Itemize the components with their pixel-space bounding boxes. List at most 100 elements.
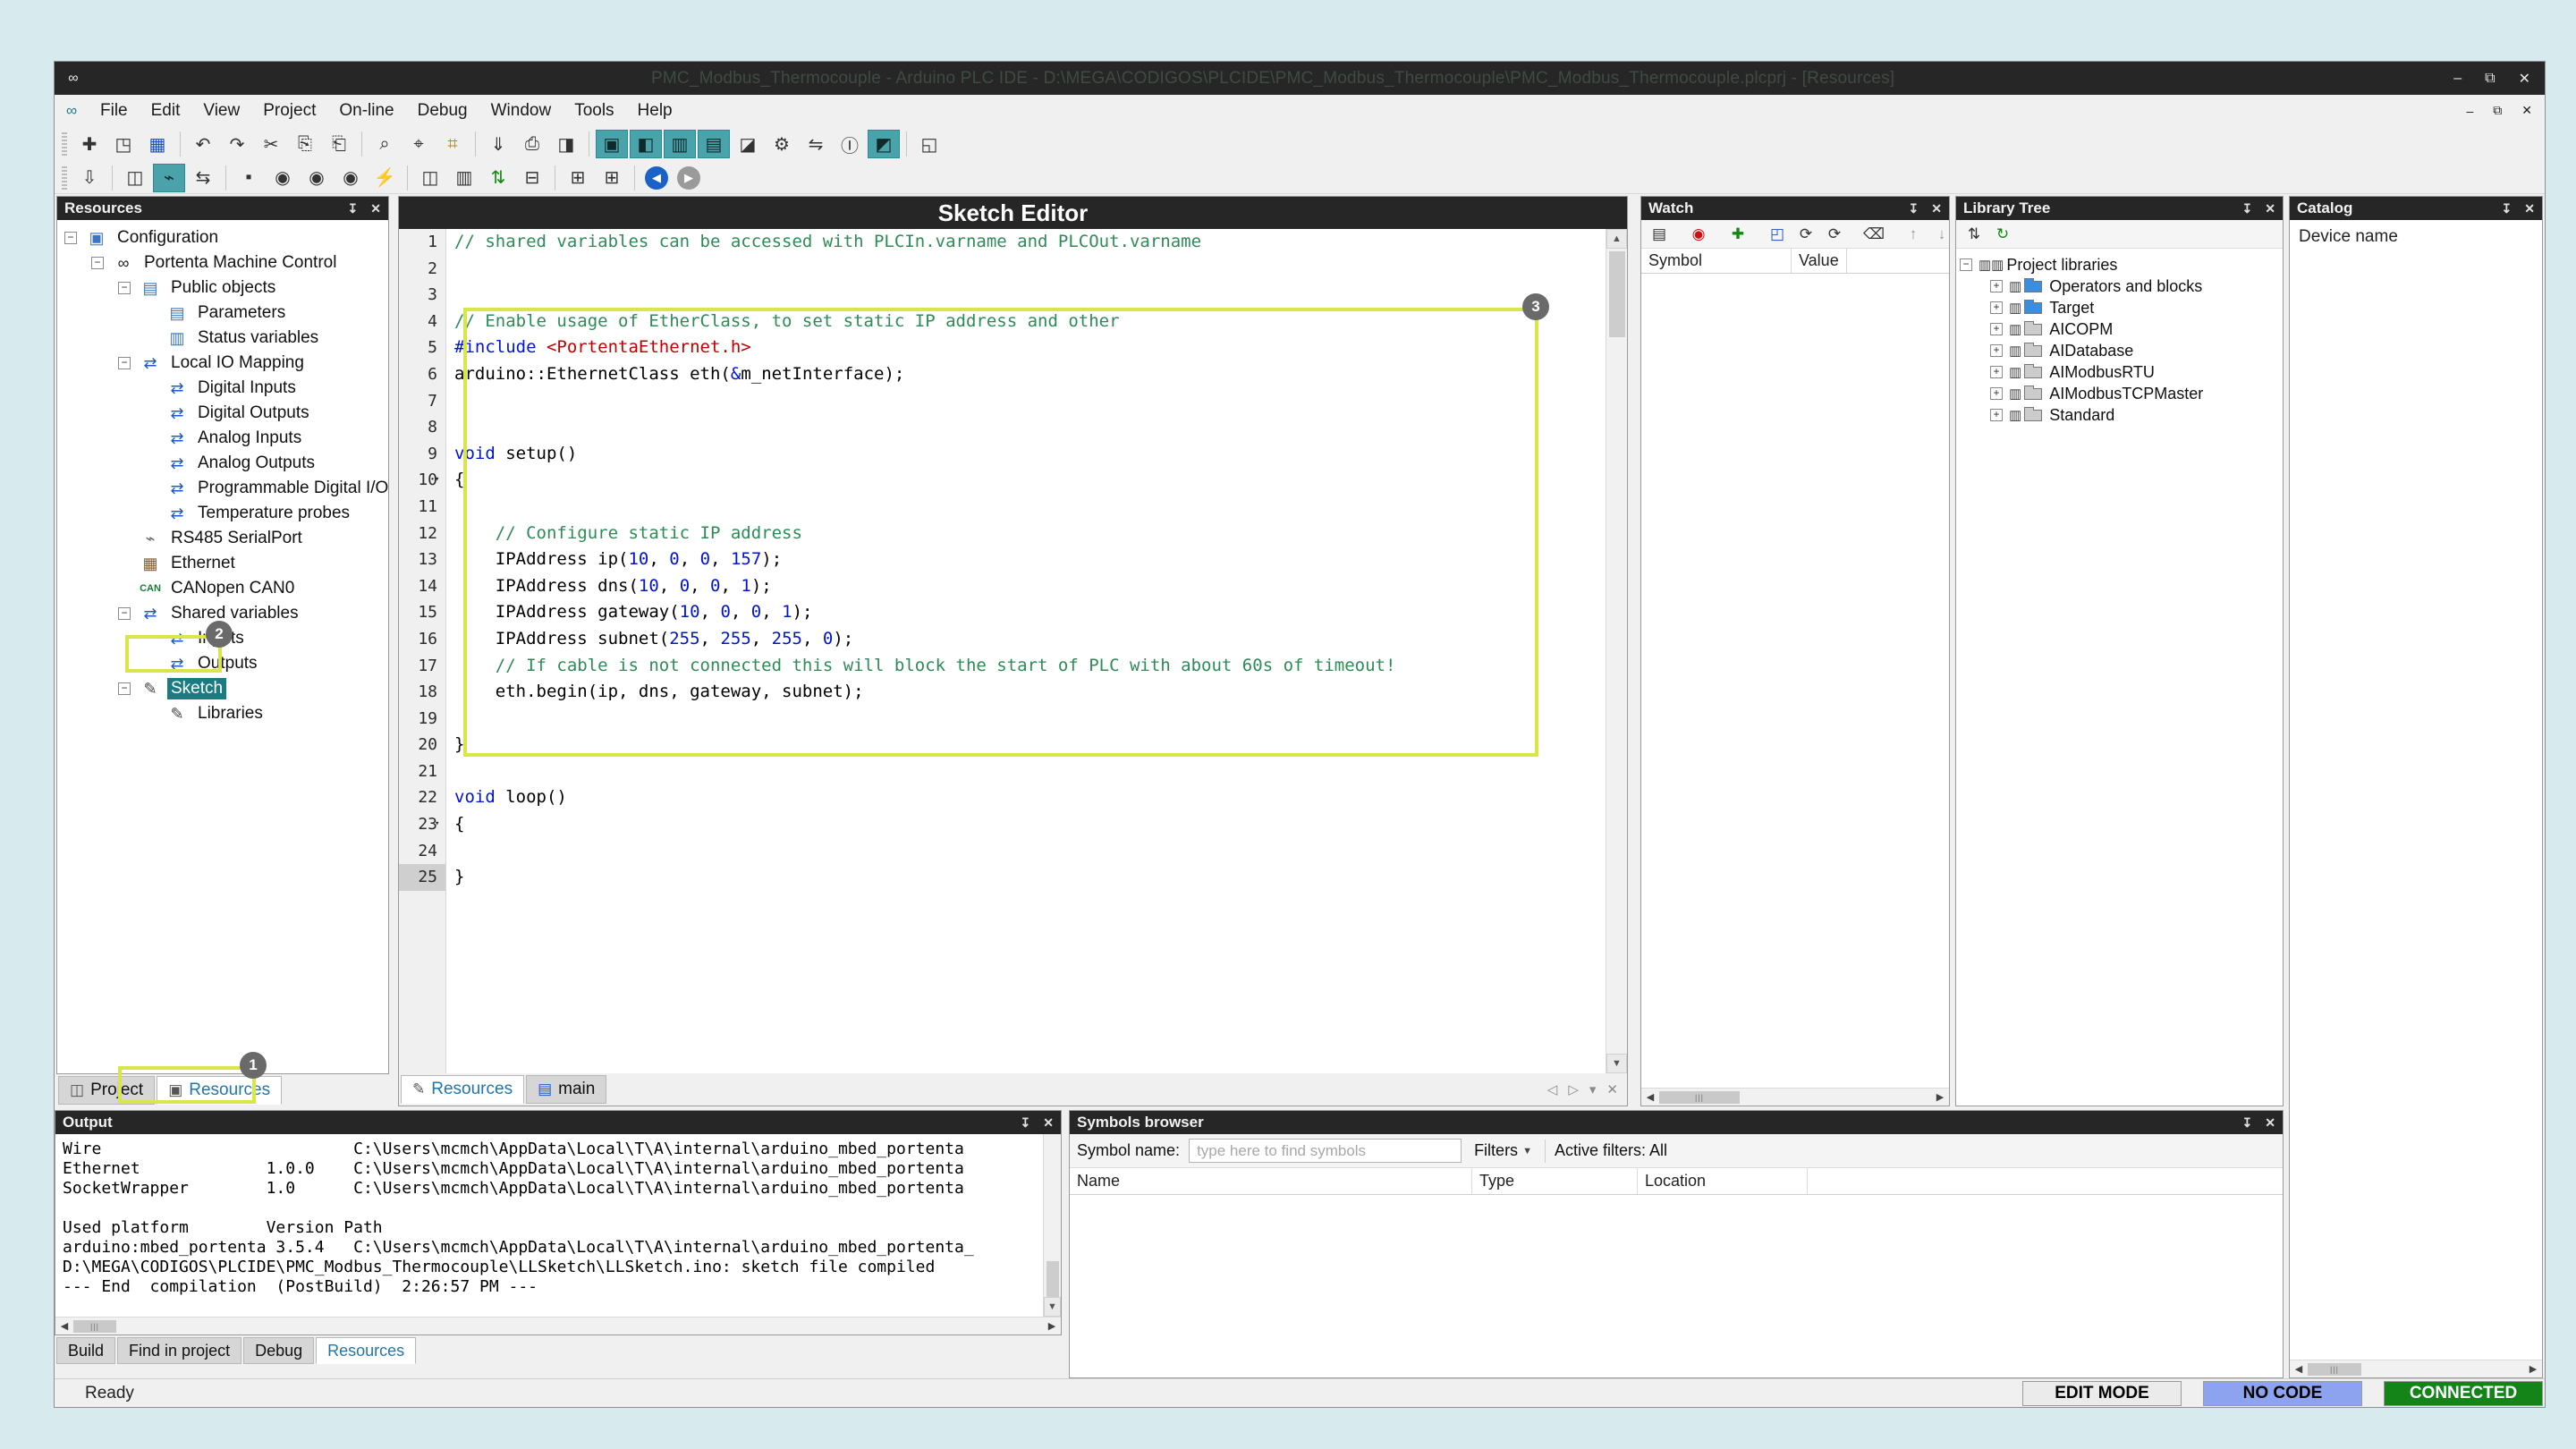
tab-prev-icon[interactable]: ◁ xyxy=(1547,1081,1558,1097)
tree-item-rs485-serialport[interactable]: ⌁RS485 SerialPort xyxy=(59,526,386,551)
halt-button[interactable]: ◉ xyxy=(267,164,299,192)
pin-icon[interactable]: ↧ xyxy=(2242,1115,2253,1131)
find-next-button[interactable]: ⌖ xyxy=(402,130,435,158)
menu-debug[interactable]: Debug xyxy=(406,95,479,126)
io-window-toggle[interactable]: ⇋ xyxy=(800,130,832,158)
close-icon[interactable]: ✕ xyxy=(1043,1115,1054,1131)
mdi-minimize-icon[interactable]: – xyxy=(2466,104,2473,118)
save-watch-button[interactable]: ◰ xyxy=(1764,222,1791,247)
editor-vscrollbar[interactable]: ▲ ▼ xyxy=(1606,229,1627,1073)
properties-window-toggle[interactable]: ◧ xyxy=(630,130,662,158)
expander-icon[interactable]: + xyxy=(1990,387,2003,400)
output-tab-resources[interactable]: Resources xyxy=(316,1337,416,1364)
tree-item-libraries[interactable]: ✎Libraries xyxy=(59,701,386,726)
watch-body[interactable] xyxy=(1641,274,1949,1088)
library-item-aidatabase[interactable]: +▥AIDatabase xyxy=(1960,340,2279,361)
info-window-toggle[interactable]: Ⓘ xyxy=(834,130,866,158)
code-line[interactable]: 23▾{ xyxy=(399,811,1606,838)
minimize-icon[interactable]: – xyxy=(2453,71,2462,87)
menu-tools[interactable]: Tools xyxy=(563,95,625,126)
scroll-left-icon[interactable]: ◀ xyxy=(55,1320,73,1332)
scroll-thumb[interactable] xyxy=(1046,1261,1059,1297)
expander-icon[interactable]: − xyxy=(118,282,131,294)
record-button[interactable]: ◉ xyxy=(1685,222,1712,247)
output-hscrollbar[interactable]: ◀ ||| ▶ xyxy=(55,1317,1061,1335)
close-icon[interactable]: ✕ xyxy=(2265,201,2275,216)
new-project-button[interactable]: ✚ xyxy=(73,130,106,158)
expander-icon[interactable]: − xyxy=(91,257,104,269)
code-line[interactable]: 13 IPAddress ip(10, 0, 0, 157); xyxy=(399,547,1606,573)
expander-icon[interactable]: − xyxy=(118,682,131,695)
navigate-back-button[interactable]: ◀ xyxy=(645,166,668,190)
scroll-right-icon[interactable]: ▶ xyxy=(1043,1320,1061,1332)
code-line[interactable]: 8 xyxy=(399,414,1606,441)
code-line[interactable]: 4// Enable usage of EtherClass, to set s… xyxy=(399,309,1606,335)
tree-item-sketch[interactable]: −✎Sketch xyxy=(59,676,386,701)
save-button[interactable]: ▦ xyxy=(141,130,174,158)
tree-item-analog-outputs[interactable]: ⇄Analog Outputs xyxy=(59,451,386,476)
scroll-thumb[interactable] xyxy=(1609,251,1625,337)
scroll-thumb[interactable]: ||| xyxy=(73,1320,116,1333)
menu-help[interactable]: Help xyxy=(626,95,684,126)
expander-icon[interactable]: − xyxy=(1960,258,1972,271)
tree-item-analog-inputs[interactable]: ⇄Analog Inputs xyxy=(59,426,386,451)
watch-window-toggle[interactable]: ▤ xyxy=(698,130,730,158)
tree-item-portenta-machine-control[interactable]: −∞Portenta Machine Control xyxy=(59,250,386,275)
mdi-close-icon[interactable]: ✕ xyxy=(2521,103,2532,118)
target-window-button[interactable]: ◫ xyxy=(414,164,446,192)
code-line[interactable]: 21 xyxy=(399,758,1606,785)
expander-icon[interactable]: + xyxy=(1990,280,2003,292)
tree-item-ethernet[interactable]: ▦Ethernet xyxy=(59,551,386,576)
tree-item-digital-inputs[interactable]: ⇄Digital Inputs xyxy=(59,376,386,401)
menu-project[interactable]: Project xyxy=(251,95,327,126)
online-setup-button[interactable]: ⇆ xyxy=(187,164,219,192)
compile-download-button[interactable]: ⇩ xyxy=(73,164,106,192)
menu-edit[interactable]: Edit xyxy=(140,95,192,126)
grid-remove-button[interactable]: ⊞ xyxy=(596,164,628,192)
toolbar-grip[interactable] xyxy=(62,166,67,190)
restore-icon[interactable]: ⧉ xyxy=(2485,71,2495,87)
library-item-aimodbusrtu[interactable]: +▥AIModbusRTU xyxy=(1960,361,2279,383)
fold-marker-icon[interactable]: ▾ xyxy=(435,467,439,494)
refresh-libraries-button[interactable]: ↻ xyxy=(1989,222,2016,247)
expander-icon[interactable]: − xyxy=(64,232,77,244)
symbols-column-name[interactable]: Name xyxy=(1070,1168,1472,1194)
tree-item-canopen-can0[interactable]: CANCANopen CAN0 xyxy=(59,576,386,601)
code-line[interactable]: 10▾{ xyxy=(399,467,1606,494)
scroll-thumb[interactable]: ||| xyxy=(2308,1363,2361,1376)
pin-icon[interactable]: ↧ xyxy=(348,201,359,216)
close-icon[interactable]: ✕ xyxy=(2519,70,2530,88)
download-code-button[interactable]: ⇓ xyxy=(482,130,514,158)
pin-icon[interactable]: ↧ xyxy=(1909,201,1919,216)
copy-button[interactable]: ⎘ xyxy=(289,130,321,158)
multi-watch-button[interactable]: ▥ xyxy=(448,164,480,192)
expander-icon[interactable]: + xyxy=(1990,323,2003,335)
scroll-down-icon[interactable]: ▼ xyxy=(1044,1297,1061,1317)
tree-item-public-objects[interactable]: −▤Public objects xyxy=(59,275,386,301)
tree-item-parameters[interactable]: ▤Parameters xyxy=(59,301,386,326)
expander-icon[interactable]: + xyxy=(1990,409,2003,421)
print-preview-button[interactable]: ◨ xyxy=(550,130,582,158)
connect-button[interactable]: ⌁ xyxy=(153,164,185,192)
expander-icon[interactable]: − xyxy=(118,607,131,620)
tree-item-programmable-digital-i-o[interactable]: ⇄Programmable Digital I/O xyxy=(59,476,386,501)
oscilloscope-toggle[interactable]: ◪ xyxy=(732,130,764,158)
scroll-down-icon[interactable]: ▼ xyxy=(1606,1054,1627,1073)
close-icon[interactable]: ✕ xyxy=(1931,201,1942,216)
expander-icon[interactable]: + xyxy=(1990,366,2003,378)
scroll-up-icon[interactable]: ▲ xyxy=(1606,229,1627,249)
catalog-hscrollbar[interactable]: ◀ ||| ▶ xyxy=(2290,1360,2542,1377)
import-watch-button[interactable]: ⟳ xyxy=(1792,222,1819,247)
grid-insert-button[interactable]: ⊞ xyxy=(562,164,594,192)
output-log[interactable]: Wire C:\Users\mcmch\AppData\Local\T\A\in… xyxy=(55,1134,1043,1317)
watch-list-button[interactable]: ▤ xyxy=(1646,222,1673,247)
project-window-toggle[interactable]: ▣ xyxy=(596,130,628,158)
watch-hscrollbar[interactable]: ◀ ||| ▶ xyxy=(1641,1088,1949,1106)
symbols-column-type[interactable]: Type xyxy=(1472,1168,1638,1194)
output-tab-find-in-project[interactable]: Find in project xyxy=(117,1337,242,1364)
expander-icon[interactable]: − xyxy=(118,357,131,369)
sort-libraries-button[interactable]: ⇅ xyxy=(1961,222,1987,247)
mdi-restore-icon[interactable]: ⧉ xyxy=(2493,103,2502,118)
tree-item-digital-outputs[interactable]: ⇄Digital Outputs xyxy=(59,401,386,426)
library-item-aimodbustcpmaster[interactable]: +▥AIModbusTCPMaster xyxy=(1960,383,2279,404)
